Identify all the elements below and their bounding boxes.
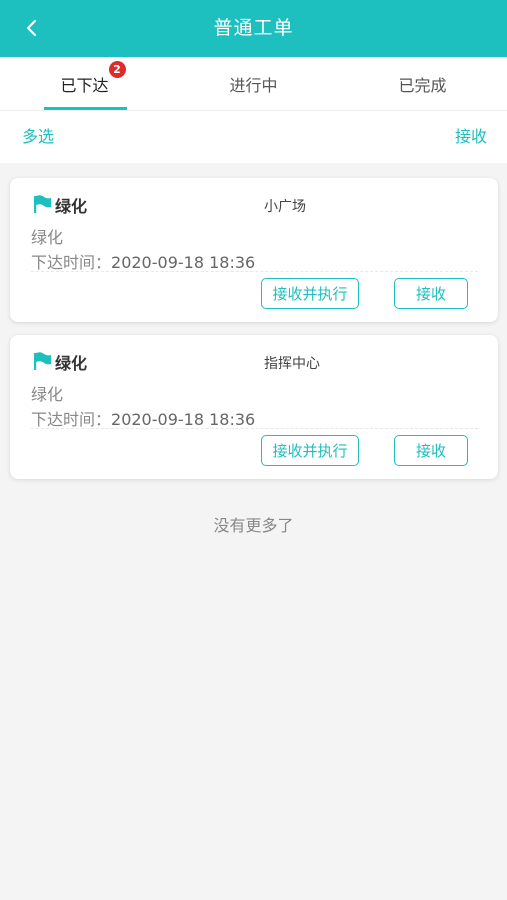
divider xyxy=(31,271,478,272)
order-time-label: 下达时间： xyxy=(31,253,112,272)
no-more-text: 没有更多了 xyxy=(213,516,294,535)
order-time: 下达时间：2020-09-18 18:36 xyxy=(31,249,255,273)
accept-and-execute-button[interactable]: 接收并执行 xyxy=(261,278,359,309)
page-title: 普通工单 xyxy=(213,17,294,39)
tab-issued-label: 已下达 xyxy=(60,75,109,95)
work-order-card[interactable]: 绿化 小广场 绿化 下达时间：2020-09-18 18:36 接收并执行 接收 xyxy=(10,178,498,322)
work-order-card[interactable]: 绿化 指挥中心 绿化 下达时间：2020-09-18 18:36 接收并执行 接… xyxy=(10,335,498,479)
tab-completed-label: 已完成 xyxy=(398,75,447,95)
flag-icon xyxy=(34,352,51,370)
multi-select-button[interactable]: 多选 xyxy=(22,111,54,163)
order-category: 绿化 xyxy=(31,228,64,247)
count-badge: 2 xyxy=(108,60,126,78)
divider xyxy=(31,428,478,429)
flag-icon xyxy=(34,195,51,213)
accept-button[interactable]: 接收 xyxy=(394,435,468,466)
tab-issued[interactable]: 已下达 2 xyxy=(0,57,169,110)
tab-completed[interactable]: 已完成 xyxy=(338,57,507,110)
tab-in-progress[interactable]: 进行中 xyxy=(169,57,338,110)
order-location: 小广场 xyxy=(264,199,306,215)
order-time-value: 2020-09-18 18:36 xyxy=(111,410,256,429)
order-category: 绿化 xyxy=(31,385,64,404)
order-time-value: 2020-09-18 18:36 xyxy=(111,253,256,272)
accept-button[interactable]: 接收 xyxy=(394,278,468,309)
order-time: 下达时间：2020-09-18 18:36 xyxy=(31,406,255,430)
active-tab-indicator xyxy=(44,107,127,110)
order-time-label: 下达时间： xyxy=(31,410,112,429)
tab-bar: 已下达 2 进行中 已完成 xyxy=(0,57,507,111)
order-location: 指挥中心 xyxy=(264,356,320,372)
header-bar: 普通工单 xyxy=(0,0,507,57)
accept-and-execute-button[interactable]: 接收并执行 xyxy=(261,435,359,466)
batch-accept-button[interactable]: 接收 xyxy=(455,111,487,163)
action-bar: 多选 接收 xyxy=(0,111,507,163)
order-title: 绿化 xyxy=(55,197,88,216)
order-title: 绿化 xyxy=(55,354,88,373)
tab-in-progress-label: 进行中 xyxy=(229,75,278,95)
